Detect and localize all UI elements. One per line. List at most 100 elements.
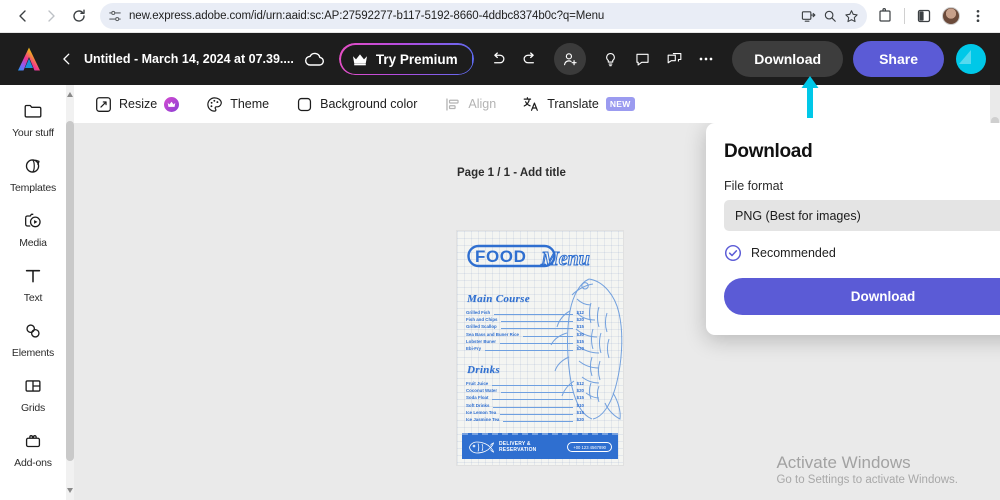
sidebar-item-templates[interactable]: Templates [3,154,63,194]
cloud-saved-icon [303,47,327,71]
split-screen-icon[interactable] [912,4,936,28]
install-app-icon[interactable] [801,9,816,24]
back-chevron-icon[interactable] [56,44,78,74]
align-icon [443,95,461,113]
add-person-icon[interactable] [554,43,587,75]
sidebar-label: Text [23,292,43,304]
square-color-icon [295,95,313,113]
site-settings-icon[interactable] [108,9,122,23]
menu-item-row: Ebi-Fry $20 [466,346,584,352]
try-premium-label: Try Premium [375,51,458,67]
duplicate-icon[interactable] [658,43,690,75]
sidebar-item-grids[interactable]: Grids [3,374,63,414]
design-canvas-page[interactable]: FOOD Menu Main Course Grilled Fish $12 Fi… [457,231,623,465]
resize-icon [94,95,112,113]
address-bar[interactable]: new.express.adobe.com/id/urn:aaid:sc:AP:… [100,3,867,29]
menu-item-row: Fish and Chips $20 [466,317,584,323]
translate-icon [522,95,540,113]
file-format-label: File format [724,179,784,193]
download-button[interactable]: Download [732,41,844,77]
sidebar-label: Grids [20,402,46,414]
download-panel: Download File format PNG (Best for image… [706,123,1000,335]
elements-icon [21,319,45,343]
menu-list-drinks: Fruit Juice $12 Coconut Water $20 Soda Flo… [466,380,584,423]
menu-item-row: Grilled Fish $12 [466,310,584,315]
menu-item-row: Soda Float $15 [466,395,584,401]
resize-button[interactable]: Resize [94,91,180,117]
download-panel-title: Download [724,141,813,162]
more-options-icon[interactable] [690,43,722,75]
recommended-checkbox[interactable]: Recommended [724,244,1000,262]
download-confirm-button[interactable]: Download [724,278,1000,315]
premium-crown-badge-icon [164,96,180,112]
folder-icon [21,99,45,123]
menu-list-main-course: Grilled Fish $12 Fish and Chips $20 Grille… [466,309,584,352]
menu-footer-banner: DELIVERY & RESERVATION +00 123 4567890 [462,433,618,459]
sidebar-label: Templates [9,182,57,194]
sidebar-scrollbar[interactable] [66,85,74,500]
menu-item-row: Coconut Water $20 [466,388,584,394]
windows-activation-watermark: Activate Windows Go to Settings to activ… [776,452,958,488]
extensions-icon[interactable] [873,4,897,28]
browser-reload-button[interactable] [66,3,92,29]
menu-item-row: Lobster Buner $15 [466,338,584,344]
sidebar-item-your-stuff[interactable]: Your stuff [3,99,63,139]
menu-item-row: Sea Bass and Buner Rice $30 [466,331,584,337]
footer-fish-icon [469,441,494,453]
profile-avatar[interactable] [939,4,963,28]
page-title-label[interactable]: Page 1 / 1 - Add title [457,167,566,179]
user-avatar[interactable] [956,44,986,74]
toolbar-divider [904,8,905,24]
text-icon [21,264,45,288]
file-format-select[interactable]: PNG (Best for images) [724,200,1000,231]
svg-text:Menu: Menu [540,248,590,270]
align-button[interactable]: Align [443,91,496,117]
try-premium-button[interactable]: Try Premium [338,43,474,75]
sidebar-item-media[interactable]: Media [3,209,63,249]
browser-right-actions [873,4,990,28]
browser-forward-button[interactable] [38,3,64,29]
svg-text:FOOD: FOOD [475,247,527,266]
sidebar-item-addons[interactable]: Add-ons [3,429,63,469]
background-color-button[interactable]: Background color [295,91,417,117]
check-circle-icon [724,244,742,262]
comment-icon[interactable] [626,43,658,75]
watermark-line-2: Go to Settings to activate Windows. [776,474,958,486]
translate-label: Translate [547,97,599,111]
share-button[interactable]: Share [853,41,944,77]
lightbulb-icon[interactable] [594,43,626,75]
theme-button[interactable]: Theme [205,91,269,117]
three-dot-menu-icon[interactable] [966,4,990,28]
canvas-area[interactable]: Page 1 / 1 - Add title FOOD Menu Main Co… [74,123,1000,500]
redo-button[interactable] [514,43,546,75]
url-text: new.express.adobe.com/id/urn:aaid:sc:AP:… [129,10,605,22]
bookmark-star-icon[interactable] [844,9,859,24]
undo-button[interactable] [482,43,514,75]
section-title-drinks: Drinks [467,364,500,376]
section-title-main-course: Main Course [467,293,530,305]
scrollbar-thumb[interactable] [66,121,74,461]
food-menu-logo: FOOD Menu [467,244,590,271]
scroll-up-arrow-icon[interactable] [67,91,73,97]
menu-item-row: Fruit Juice $12 [466,381,584,386]
app-header: Untitled - March 14, 2024 at 07.39.... T… [0,33,1000,85]
document-title[interactable]: Untitled - March 14, 2024 at 07.39.... [84,52,294,66]
adobe-express-logo-icon[interactable] [14,45,44,73]
crown-icon [352,53,368,66]
templates-icon [21,154,45,178]
footer-line-2: RESERVATION [499,447,537,453]
palette-icon [205,95,223,113]
sidebar-item-text[interactable]: Text [3,264,63,304]
menu-item-row: Ice Lemon Tea $15 [466,409,584,415]
sidebar-item-elements[interactable]: Elements [3,319,63,359]
resize-label: Resize [119,97,158,111]
menu-item-row: Grilled Scallop $15 [466,324,584,330]
zoom-icon[interactable] [823,9,837,23]
theme-label: Theme [230,97,270,111]
browser-back-button[interactable] [10,3,36,29]
menu-item-row: Ice Jasmine Tea $20 [466,417,584,423]
translate-button[interactable]: Translate NEW [522,91,635,117]
scroll-down-arrow-icon[interactable] [67,488,73,494]
sidebar-label: Your stuff [12,127,54,139]
recommended-label: Recommended [751,246,836,260]
